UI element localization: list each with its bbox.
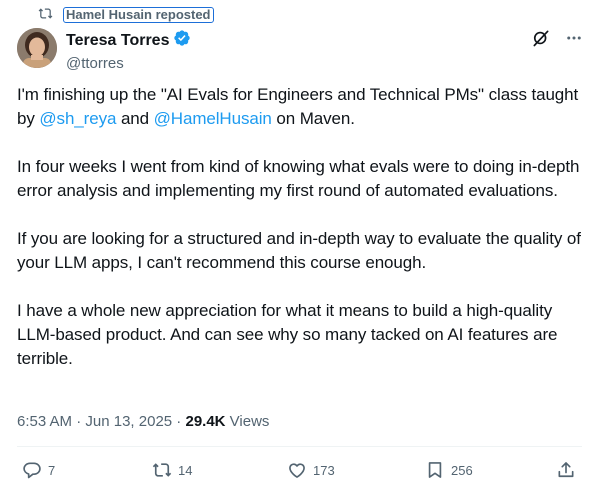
meta-separator: · [172,413,186,430]
author-block: Teresa Torres @ttorres [66,29,191,74]
repost-button[interactable]: 14 [152,460,192,480]
mention-link[interactable]: @sh_reya [39,109,116,128]
header-actions [531,28,583,53]
tweet-text-segment: and [116,109,154,128]
repost-icon [152,460,172,480]
tweet-actions: 7 14 173 256 [22,460,582,486]
tweet-text-segment: on Maven. [271,109,355,128]
tweet-paragraph-3: If you are looking for a structured and … [17,229,581,272]
like-icon [287,460,307,480]
avatar[interactable] [17,28,57,68]
bookmark-count: 256 [451,462,473,478]
author-display-name[interactable]: Teresa Torres [66,31,169,51]
reply-count: 7 [48,462,56,478]
divider [17,446,582,447]
share-button[interactable] [556,460,576,480]
tweet-paragraph-2: In four weeks I went from kind of knowin… [17,157,580,200]
repost-label[interactable]: Hamel Husain reposted [63,7,214,23]
views-count: 29.4K [185,413,226,430]
reply-button[interactable]: 7 [22,460,55,480]
tweet-paragraph-1: I'm finishing up the "AI Evals for Engin… [17,83,582,131]
more-icon[interactable] [565,29,583,52]
meta-separator: · [72,413,86,430]
grok-icon[interactable] [531,28,551,53]
reply-icon [22,460,42,480]
like-button[interactable]: 173 [287,460,335,480]
tweet-date[interactable]: Jun 13, 2025 [85,413,172,430]
tweet-text: I'm finishing up the "AI Evals for Engin… [17,83,582,395]
author-handle[interactable]: @ttorres [66,54,191,74]
bookmark-icon [425,460,445,480]
tweet-time[interactable]: 6:53 AM [17,413,72,430]
repost-icon [38,6,53,24]
like-count: 173 [313,462,335,478]
repost-context: Hamel Husain reposted [38,6,214,24]
verified-badge-icon [173,29,191,53]
repost-count: 14 [178,462,193,478]
share-icon [556,460,576,480]
tweet-paragraph-4: I have a whole new appreciation for what… [17,301,558,368]
views-label: Views [225,413,270,430]
tweet-meta: 6:53 AM · Jun 13, 2025 · 29.4K Views [17,412,269,432]
bookmark-button[interactable]: 256 [425,460,473,480]
mention-link[interactable]: @HamelHusain [154,109,272,128]
